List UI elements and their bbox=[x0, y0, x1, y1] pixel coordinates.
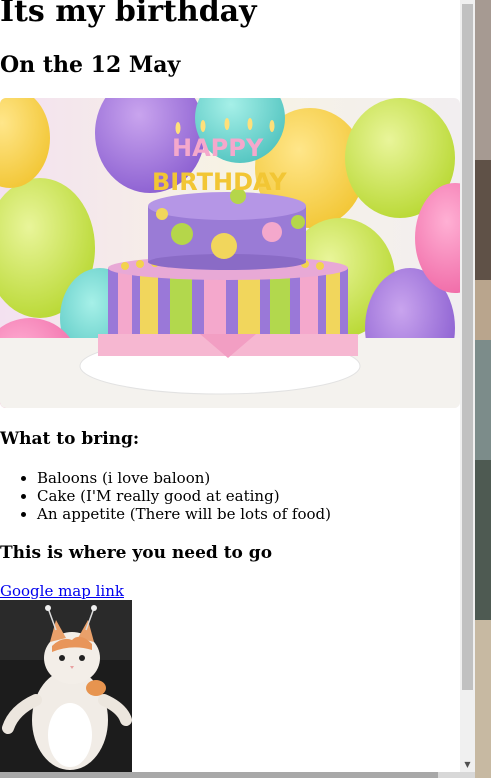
birthday-cake-image: HAPPY BIRTHDAY bbox=[0, 98, 460, 408]
vertical-scrollbar[interactable]: ▲ ▼ bbox=[460, 0, 475, 778]
triangle-down-icon[interactable]: ▼ bbox=[460, 757, 475, 772]
page-title: Its my birthday bbox=[0, 0, 257, 29]
bring-list: Baloons (i love baloon) Cake (I'M really… bbox=[37, 469, 331, 523]
list-item: An appetite (There will be lots of food) bbox=[37, 505, 331, 523]
cake-candle-text-happy: HAPPY bbox=[172, 134, 264, 162]
page-content: Its my birthday On the 12 May HAPPY BIRT… bbox=[0, 0, 460, 778]
dancing-cat-gif bbox=[0, 600, 132, 778]
background-window-edge bbox=[475, 0, 491, 778]
horizontal-scrollbar[interactable] bbox=[0, 772, 475, 778]
scrollbar-thumb[interactable] bbox=[462, 4, 473, 690]
horizontal-scrollbar-thumb[interactable] bbox=[0, 772, 438, 778]
google-map-link[interactable]: Google map link bbox=[0, 582, 124, 600]
bring-heading: What to bring: bbox=[0, 429, 140, 449]
list-item: Cake (I'M really good at eating) bbox=[37, 487, 331, 505]
date-subtitle: On the 12 May bbox=[0, 52, 181, 78]
cake-candle-text-birthday: BIRTHDAY bbox=[152, 168, 287, 196]
list-item: Baloons (i love baloon) bbox=[37, 469, 331, 487]
directions-heading: This is where you need to go bbox=[0, 543, 273, 563]
